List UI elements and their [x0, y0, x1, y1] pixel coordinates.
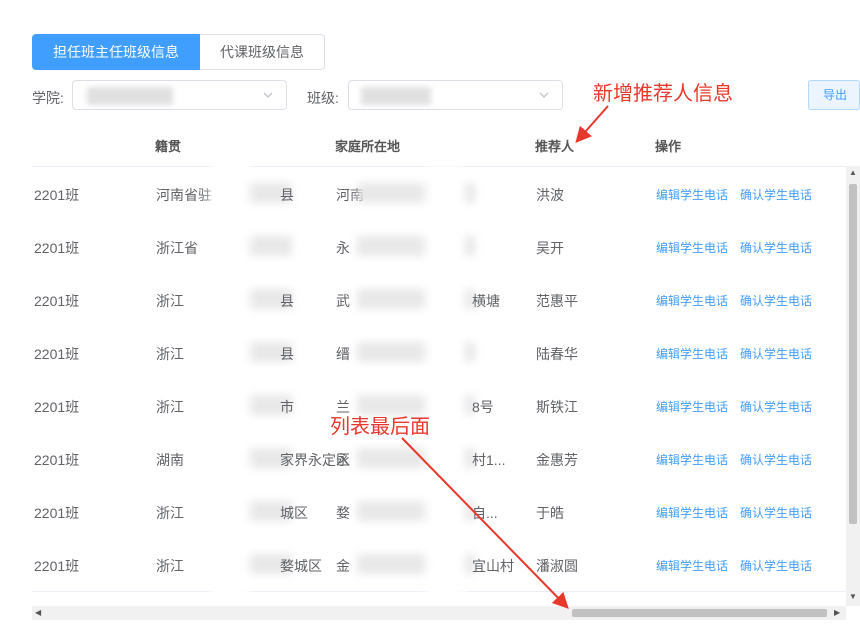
edit-student-phone-link[interactable]: 编辑学生电话	[656, 504, 728, 521]
cell-native-place-tail: 城区	[280, 505, 308, 521]
cell-home-location: 婺	[336, 505, 350, 521]
export-button[interactable]: 导出	[808, 80, 860, 110]
tab-homeroom-class-info[interactable]: 担任班主任班级信息	[32, 34, 200, 70]
column-header-actions: 操作	[655, 139, 682, 154]
edit-student-phone-link[interactable]: 编辑学生电话	[656, 186, 728, 203]
cell-home-location-tail: 村1...	[472, 452, 506, 468]
college-label: 学院:	[32, 90, 64, 106]
confirm-student-phone-link[interactable]: 确认学生电话	[740, 504, 812, 521]
cell-referrer: 金惠芳	[536, 452, 578, 468]
cell-class: 2201班	[34, 505, 80, 521]
table-header: 籍贯 家庭所在地 推荐人 操作	[32, 122, 846, 167]
cell-referrer: 潘淑圆	[536, 558, 578, 574]
cell-referrer: 范惠平	[536, 293, 578, 309]
column-header-home-location: 家庭所在地	[335, 139, 401, 154]
cell-native-place-tail: 县	[280, 187, 294, 203]
edit-student-phone-link[interactable]: 编辑学生电话	[656, 398, 728, 415]
scroll-down-icon[interactable]: ▼	[849, 592, 857, 601]
confirm-student-phone-link[interactable]: 确认学生电话	[740, 557, 812, 574]
cell-native-place-tail: 市	[280, 399, 294, 415]
cell-class: 2201班	[34, 346, 80, 362]
cell-native-place: 河南省驻	[156, 187, 212, 203]
cell-class: 2201班	[34, 187, 80, 203]
confirm-student-phone-link[interactable]: 确认学生电话	[740, 239, 812, 256]
annotation-list-end: 列表最后面	[330, 416, 430, 438]
cell-native-place: 浙江省	[156, 240, 198, 256]
cell-native-place-tail: 婺城区	[280, 558, 322, 574]
chevron-down-icon	[539, 92, 549, 98]
column-header-referrer: 推荐人	[535, 139, 575, 154]
cell-class: 2201班	[34, 452, 80, 468]
chevron-down-icon	[263, 92, 273, 98]
vertical-scrollbar[interactable]: ▲ ▼	[846, 166, 860, 606]
edit-student-phone-link[interactable]: 编辑学生电话	[656, 557, 728, 574]
class-label: 班级:	[307, 90, 339, 106]
scroll-left-icon[interactable]: ◀	[35, 608, 41, 617]
college-value-redacted	[87, 87, 173, 105]
cell-native-place: 浙江	[156, 399, 184, 415]
confirm-student-phone-link[interactable]: 确认学生电话	[740, 345, 812, 362]
edit-student-phone-link[interactable]: 编辑学生电话	[656, 345, 728, 362]
column-header-native-place: 籍贯	[155, 139, 182, 154]
tab-substitute-class-info[interactable]: 代课班级信息	[200, 34, 325, 70]
cell-native-place: 浙江	[156, 505, 184, 521]
annotation-new-referrer: 新增推荐人信息	[593, 83, 733, 105]
cell-native-place: 浙江	[156, 293, 184, 309]
cell-referrer: 于皓	[536, 505, 564, 521]
cell-referrer: 吴开	[536, 240, 564, 256]
scroll-right-icon[interactable]: ▶	[834, 608, 840, 617]
cell-home-location-tail: 自...	[472, 505, 498, 521]
cell-referrer: 斯铁江	[536, 399, 578, 415]
cell-home-location: 金	[336, 558, 350, 574]
cell-referrer: 陆春华	[536, 346, 578, 362]
cell-class: 2201班	[34, 293, 80, 309]
tab-bar: 担任班主任班级信息 代课班级信息	[32, 34, 325, 70]
cell-home-location: 永	[336, 452, 350, 468]
cell-home-location-tail: 8号	[472, 399, 494, 415]
cell-referrer: 洪波	[536, 187, 564, 203]
class-value-redacted	[361, 87, 431, 105]
cell-home-location: 永	[336, 240, 350, 256]
horizontal-scrollbar[interactable]: ◀ ▶	[32, 606, 846, 620]
redaction-streak	[425, 165, 465, 605]
class-select[interactable]	[348, 80, 563, 110]
cell-native-place-tail: 县	[280, 293, 294, 309]
cell-home-location: 武	[336, 293, 350, 309]
edit-student-phone-link[interactable]: 编辑学生电话	[656, 451, 728, 468]
edit-student-phone-link[interactable]: 编辑学生电话	[656, 239, 728, 256]
cell-native-place: 湖南	[156, 452, 184, 468]
college-select[interactable]	[72, 80, 287, 110]
cell-class: 2201班	[34, 558, 80, 574]
scroll-up-icon[interactable]: ▲	[849, 168, 857, 177]
horizontal-scroll-thumb[interactable]	[572, 609, 827, 617]
cell-class: 2201班	[34, 399, 80, 415]
cell-class: 2201班	[34, 240, 80, 256]
cell-home-location-tail: 宜山村	[472, 558, 514, 574]
confirm-student-phone-link[interactable]: 确认学生电话	[740, 186, 812, 203]
cell-native-place-tail: 县	[280, 346, 294, 362]
cell-home-location: 缙	[336, 346, 350, 362]
vertical-scroll-thumb[interactable]	[849, 184, 857, 524]
confirm-student-phone-link[interactable]: 确认学生电话	[740, 451, 812, 468]
cell-native-place: 浙江	[156, 346, 184, 362]
cell-native-place: 浙江	[156, 558, 184, 574]
confirm-student-phone-link[interactable]: 确认学生电话	[740, 292, 812, 309]
confirm-student-phone-link[interactable]: 确认学生电话	[740, 398, 812, 415]
cell-home-location-tail: 横塘	[472, 293, 500, 309]
edit-student-phone-link[interactable]: 编辑学生电话	[656, 292, 728, 309]
redaction-streak	[210, 120, 250, 600]
